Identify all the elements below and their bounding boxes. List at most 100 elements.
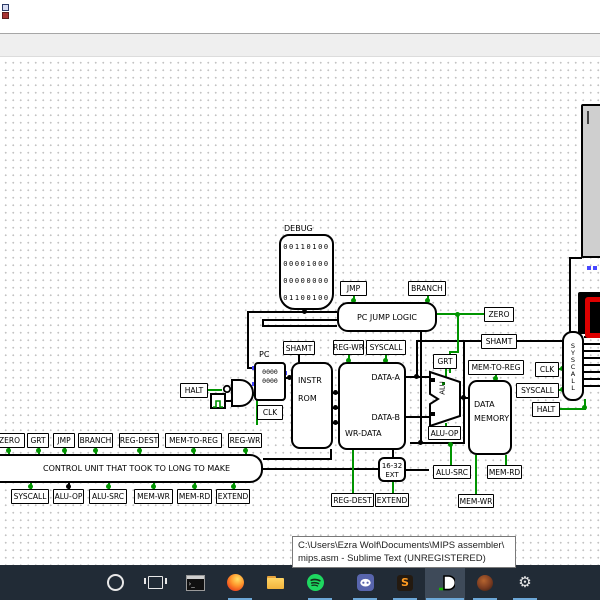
clock-source[interactable]: [210, 393, 226, 409]
planet-app-button[interactable]: [465, 565, 505, 600]
wire: [247, 311, 249, 368]
spotify-button[interactable]: [295, 565, 335, 600]
tunnel-alu-src[interactable]: ALU-SRC: [433, 465, 471, 479]
pc-label: PC: [259, 350, 270, 359]
debug-row: 00110100: [283, 243, 330, 251]
junction: [6, 448, 11, 453]
discord-button[interactable]: [345, 565, 385, 600]
tunnel-extend[interactable]: EXTEND: [375, 493, 409, 507]
junction: [418, 440, 423, 445]
tunnel-jmp[interactable]: JMP: [53, 433, 75, 448]
wire: [416, 340, 418, 378]
tunnel-branch[interactable]: BRANCH: [78, 433, 113, 448]
tunnel-jmp[interactable]: JMP: [340, 281, 367, 296]
taskbar: ›_ S ⚙: [0, 565, 600, 600]
logisim-button[interactable]: [425, 565, 465, 600]
cortana-icon: [106, 574, 124, 591]
logisim-icon: [438, 575, 455, 591]
data-memory-box[interactable]: DATA MEMORY: [468, 380, 512, 455]
planet-app-icon: [477, 574, 493, 591]
debug-probe[interactable]: 00110100 00001000 00000000 01100100: [279, 234, 334, 310]
register-file-box[interactable]: DATA-A DATA-B WR-DATA: [338, 362, 406, 450]
tunnel-mem-rd[interactable]: MEM-RD: [487, 465, 522, 479]
sublime-text-button[interactable]: S: [385, 565, 425, 600]
tunnel-mem-rd[interactable]: MEM-RD: [177, 489, 212, 504]
hex-digit-display[interactable]: [578, 292, 600, 338]
wire: [584, 350, 600, 352]
debug-row: 00001000: [283, 260, 330, 268]
tunnel-mem-wr[interactable]: MEM-WR: [134, 489, 173, 504]
file-explorer-icon: [266, 576, 284, 589]
tooltip-line1: C:\Users\Ezra Wolf\Documents\MIPS assemb…: [298, 540, 505, 551]
tunnel-alu-op[interactable]: ALU-OP: [53, 489, 84, 504]
junction: [93, 448, 98, 453]
tunnel-zero[interactable]: ZERO: [484, 307, 514, 322]
wire: [416, 340, 482, 342]
cortana-button[interactable]: [95, 565, 135, 600]
tunnel-extend[interactable]: EXTEND: [216, 489, 250, 504]
extender-box[interactable]: 16-32 EXT: [378, 457, 406, 482]
tunnel-mem-to-reg[interactable]: MEM-TO-REG: [165, 433, 222, 448]
tunnel-halt[interactable]: HALT: [180, 383, 208, 398]
wire: [569, 257, 571, 333]
tunnel-clk[interactable]: CLK: [535, 362, 559, 377]
toolbar-strip: [0, 33, 600, 57]
tunnel-alu-op[interactable]: ALU-OP: [428, 426, 461, 440]
wire: [584, 371, 600, 373]
wire: [584, 378, 600, 380]
settings-button[interactable]: ⚙: [505, 565, 545, 600]
junction: [243, 448, 248, 453]
tunnel-syscall[interactable]: SYSCALL: [516, 383, 559, 398]
screen: DEBUG 00110100 00001000 00000000 0110010…: [0, 0, 600, 600]
wire: [247, 311, 337, 313]
firefox-button[interactable]: [215, 565, 255, 600]
control-unit-label: CONTROL UNIT THAT TOOK TO LONG TO MAKE: [42, 464, 230, 473]
control-unit-box[interactable]: CONTROL UNIT THAT TOOK TO LONG TO MAKE: [0, 454, 263, 483]
wire: [420, 332, 422, 444]
tunnel-reg-wr[interactable]: REG-WR: [333, 340, 364, 355]
wire: [517, 340, 563, 342]
junction: [36, 448, 41, 453]
tunnel-branch[interactable]: BRANCH: [408, 281, 446, 296]
instr-rom-label: INSTR: [298, 376, 322, 385]
wire: [352, 450, 354, 494]
tunnel-syscall[interactable]: SYSCALL: [11, 489, 49, 504]
pin: [593, 266, 597, 270]
wire: [263, 468, 378, 470]
task-view-button[interactable]: [135, 565, 175, 600]
tty-display[interactable]: [581, 104, 600, 258]
tunnel-mem-wr[interactable]: MEM-WR: [458, 494, 494, 508]
instr-rom-box[interactable]: INSTR ROM: [291, 362, 333, 449]
alu-shape[interactable]: [428, 370, 462, 428]
wire: [584, 357, 600, 359]
file-explorer-button[interactable]: [255, 565, 295, 600]
tunnel-shamt[interactable]: SHAMT: [283, 341, 315, 355]
junction: [455, 312, 460, 317]
syscall-unit-box[interactable]: SYSCALL: [562, 331, 584, 401]
tunnel-halt[interactable]: HALT: [532, 402, 560, 417]
tunnel-clk[interactable]: CLK: [257, 405, 283, 420]
tunnel-grt[interactable]: GRT: [433, 354, 457, 369]
tunnel-zero[interactable]: ZERO: [0, 433, 25, 448]
tunnel-reg-wr[interactable]: REG-WR: [228, 433, 262, 448]
tunnel-syscall[interactable]: SYSCALL: [366, 340, 406, 355]
tunnel-shamt[interactable]: SHAMT: [481, 334, 517, 349]
wire: [569, 257, 582, 259]
wire: [584, 385, 600, 387]
tunnel-reg-dest[interactable]: REG-DEST: [119, 433, 159, 448]
tunnel-alu-src[interactable]: ALU-SRC: [89, 489, 127, 504]
debug-label: DEBUG: [284, 224, 313, 233]
pc-jump-logic-box[interactable]: PC JUMP LOGIC: [337, 302, 437, 332]
wire: [584, 343, 600, 345]
wire: [457, 313, 459, 353]
tunnel-grt[interactable]: GRT: [27, 433, 49, 448]
hex-digit-zero: [585, 297, 600, 338]
terminal-button[interactable]: ›_: [175, 565, 215, 600]
pin: [587, 266, 591, 270]
window-top-strip: [0, 0, 600, 33]
wire: [262, 319, 264, 327]
extender-label: 16-32: [381, 462, 403, 470]
tunnel-mem-to-reg[interactable]: MEM-TO-REG: [468, 360, 524, 375]
wire: [584, 364, 600, 366]
tunnel-reg-dest[interactable]: REG-DEST: [331, 493, 374, 507]
